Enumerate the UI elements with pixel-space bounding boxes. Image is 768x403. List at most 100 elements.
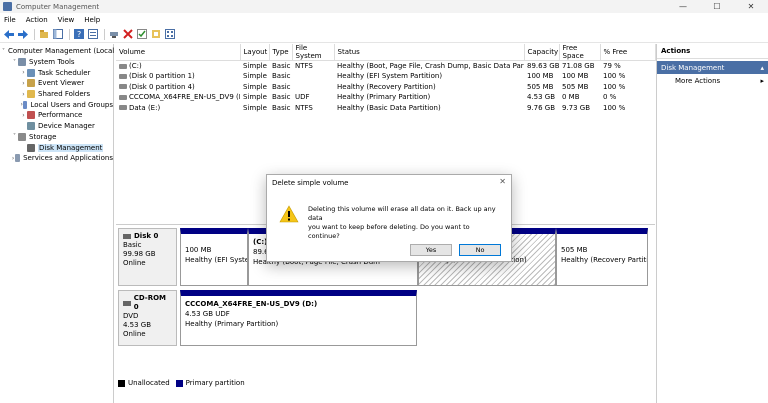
dialog-message: Deleting this volume will erase all data… <box>308 205 503 240</box>
primary-partition-swatch <box>175 379 183 387</box>
column-header[interactable]: Capacity <box>524 44 560 61</box>
disk-size: 99.98 GB <box>123 250 156 258</box>
tree-item[interactable]: › Services and Applications <box>0 153 113 164</box>
tree-item[interactable]: ˅ Storage <box>0 132 113 143</box>
table-row[interactable]: (Disk 0 partition 1) Simple Basic Healthy (… <box>116 71 655 82</box>
tree-node-icon <box>18 132 26 141</box>
tree-item-label: Shared Folders <box>38 90 91 99</box>
show-hide-tree-icon[interactable] <box>52 28 64 40</box>
toolbar-separator <box>104 28 105 40</box>
volume-icon <box>119 84 127 90</box>
connect-icon[interactable] <box>108 28 120 40</box>
forward-icon[interactable] <box>17 28 29 40</box>
properties-icon[interactable] <box>87 28 99 40</box>
table-cell: 505 MB <box>562 82 589 91</box>
volume-table-header: Volume Layout Type File System Status Capacit… <box>116 44 656 61</box>
more-actions-item[interactable]: More Actions ▸ <box>657 74 768 87</box>
no-button[interactable]: No <box>459 244 501 256</box>
minimize-button[interactable]: — <box>666 0 700 13</box>
legend: Unallocated Primary partition <box>118 379 245 387</box>
table-cell: Basic <box>272 72 291 81</box>
table-cell: Basic <box>272 103 291 112</box>
more-icon[interactable] <box>164 28 176 40</box>
table-cell: Healthy (Basic Data Partition) <box>337 103 441 112</box>
dialog-close-button[interactable]: ✕ <box>499 177 506 186</box>
column-header[interactable]: % Free <box>600 44 656 61</box>
cdrom-partitions: CCCOMA_X64FRE_EN-US_DV9 (D:) 4.53 GB UDF… <box>180 290 417 346</box>
tree-expander-icon[interactable]: › <box>20 80 27 87</box>
table-cell <box>292 82 334 93</box>
table-cell: 4.53 GB <box>527 93 556 102</box>
legend-primary: Primary partition <box>185 379 245 387</box>
table-cell: Healthy (EFI System Partition) <box>337 72 443 81</box>
column-header[interactable]: Layout <box>240 44 270 61</box>
table-row[interactable]: Data (E:) Simple Basic NTFS Healthy (Basic D… <box>116 103 655 114</box>
volume-name: (Disk 0 partition 4) <box>129 82 195 91</box>
tree-expander-icon[interactable]: › <box>20 69 27 76</box>
tree-item[interactable]: › Task Scheduler <box>0 67 113 78</box>
actions-section-disk-management[interactable]: Disk Management ▴ <box>657 61 768 74</box>
tree-item-label: System Tools <box>29 58 75 67</box>
partition-efi[interactable]: 100 MB Healthy (EFI Systen <box>180 228 248 286</box>
check-icon[interactable] <box>136 28 148 40</box>
table-row[interactable]: (Disk 0 partition 4) Simple Basic Healthy (… <box>116 82 655 93</box>
delete-icon[interactable] <box>122 28 134 40</box>
tree-expander-icon[interactable]: ˅ <box>11 59 18 66</box>
column-header[interactable]: Type <box>269 44 293 61</box>
tree-item[interactable]: ˅ Computer Management (Local <box>0 46 114 57</box>
tree-expander-icon[interactable]: › <box>20 112 27 119</box>
close-button[interactable]: ✕ <box>734 0 768 13</box>
toolbar: ? <box>0 26 768 43</box>
partition-status: Healthy (EFI Systen <box>185 256 248 264</box>
table-cell: NTFS <box>295 62 313 70</box>
dialog-message-line: you want to keep before deleting. Do you… <box>308 223 470 240</box>
dialog-message-line: Deleting this volume will erase all data… <box>308 205 496 222</box>
tree-node-icon <box>27 79 35 88</box>
partition-recovery[interactable]: 505 MB Healthy (Recovery Partitior <box>556 228 648 286</box>
actions-pane: Actions Disk Management ▴ More Actions ▸ <box>656 44 768 403</box>
menu-action[interactable]: Action <box>26 16 48 24</box>
cdrom-status: Online <box>123 330 146 338</box>
column-header[interactable]: Free Space <box>559 44 601 61</box>
tree-item[interactable]: › Local Users and Groups <box>0 99 113 110</box>
table-cell: Basic <box>272 62 291 70</box>
tree-item[interactable]: › Shared Folders <box>0 89 113 100</box>
menu-view[interactable]: View <box>58 16 75 24</box>
table-row[interactable]: (C:) Simple Basic NTFS Healthy (Boot, Page F… <box>116 61 655 72</box>
back-icon[interactable] <box>3 28 15 40</box>
tree-item[interactable]: Disk Management <box>0 142 113 153</box>
column-header[interactable]: Status <box>334 44 525 61</box>
tree-node-icon <box>15 154 21 163</box>
table-row[interactable]: CCCOMA_X64FRE_EN-US_DV9 (D:) Simple Basic U… <box>116 92 655 103</box>
cdrom-icon <box>123 300 131 306</box>
menu-file[interactable]: File <box>4 16 16 24</box>
tree-item[interactable]: ˅ System Tools <box>0 57 113 68</box>
disk-icon <box>123 234 131 239</box>
tree-expander-icon[interactable]: ˅ <box>2 48 5 55</box>
help-icon[interactable]: ? <box>73 28 85 40</box>
yes-button[interactable]: Yes <box>410 244 452 256</box>
svg-text:?: ? <box>77 30 81 39</box>
volume-icon <box>119 105 127 111</box>
tree-item-label: Performance <box>38 111 83 120</box>
partition-size: 505 MB <box>561 246 588 254</box>
cdrom-label[interactable]: CD-ROM 0 DVD 4.53 GB Online <box>118 290 177 346</box>
tree-item[interactable]: Device Manager <box>0 121 113 132</box>
disk-label[interactable]: Disk 0 Basic 99.98 GB Online <box>118 228 177 286</box>
table-cell: 100 % <box>603 103 626 112</box>
table-cell: Simple <box>243 62 267 70</box>
up-icon[interactable] <box>38 28 50 40</box>
collapse-up-icon[interactable]: ▴ <box>760 64 764 72</box>
disk-status: Online <box>123 259 146 267</box>
column-header[interactable]: Volume <box>116 44 241 61</box>
column-header[interactable]: File System <box>292 44 335 61</box>
tree-item[interactable]: › Event Viewer <box>0 78 113 89</box>
menu-help[interactable]: Help <box>84 16 100 24</box>
tree-item[interactable]: › Performance <box>0 110 113 121</box>
maximize-button[interactable]: ☐ <box>700 0 734 13</box>
tree-expander-icon[interactable]: › <box>20 91 27 98</box>
refresh-icon[interactable] <box>150 28 162 40</box>
tree-expander-icon[interactable]: ˅ <box>11 133 18 140</box>
table-cell: Healthy (Recovery Partition) <box>337 82 436 91</box>
partition-d[interactable]: CCCOMA_X64FRE_EN-US_DV9 (D:) 4.53 GB UDF… <box>180 290 417 346</box>
